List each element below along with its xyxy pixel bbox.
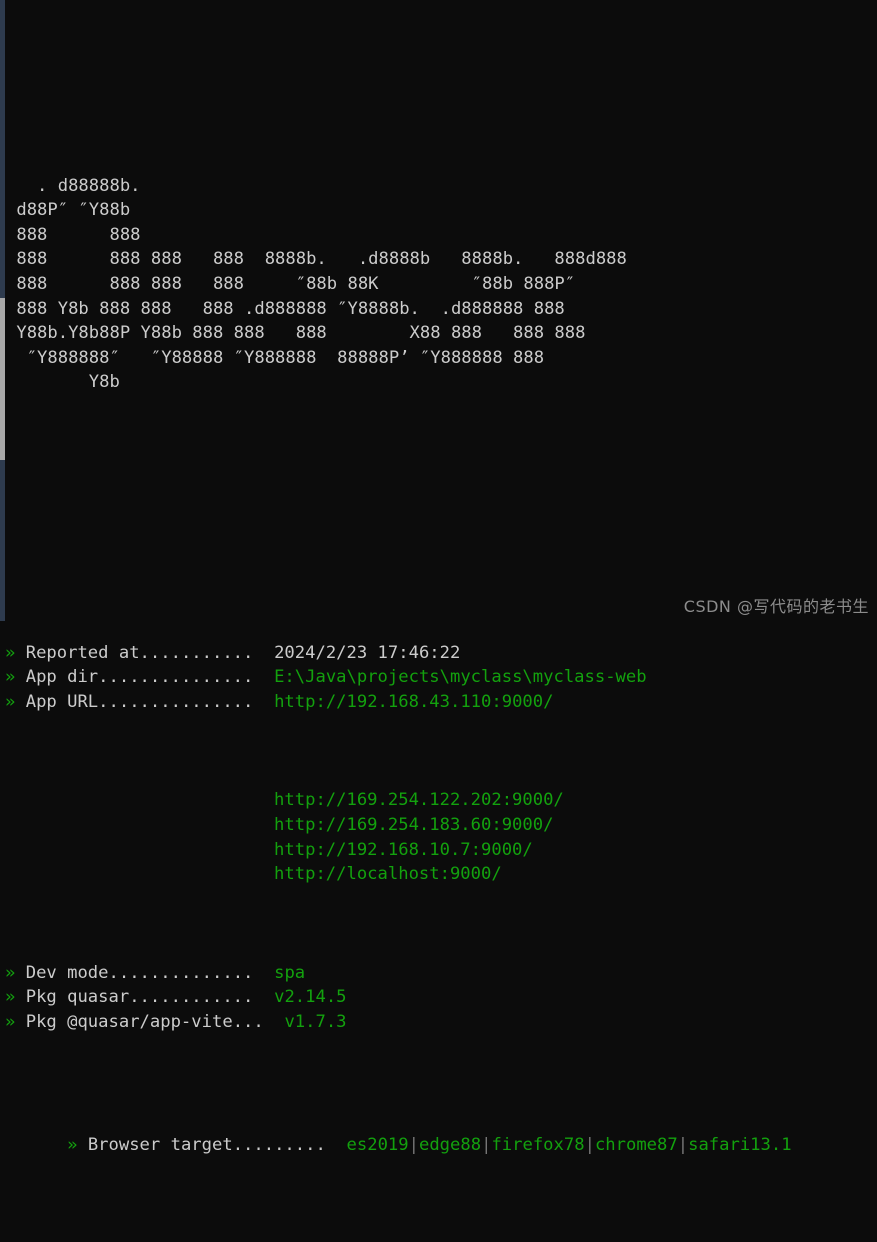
info-dots: ............... (98, 667, 254, 688)
info-label: Pkg quasar (25, 987, 130, 1008)
browser-target-item: firefox78 (491, 1134, 585, 1155)
bullet-arrow-icon: » (5, 667, 16, 688)
info-label: Pkg @quasar/app-vite (25, 1011, 233, 1032)
browser-target-item: es2019 (346, 1134, 409, 1155)
app-url-continuation: http://localhost:9000/ (5, 862, 877, 887)
bullet-arrow-icon: » (5, 1011, 16, 1032)
app-url-value[interactable]: http://169.254.122.202:9000/ (274, 790, 564, 810)
info-value: 2024/2/23 17:46:22 (274, 642, 461, 663)
bullet-arrow-icon: » (67, 1134, 78, 1155)
target-separator: | (481, 1134, 492, 1155)
info-dots: ... (232, 1011, 264, 1032)
banner-line: . d88888b. (6, 175, 141, 196)
terminal-window: . d88888b. d88P″ ″Y88b 888 888 888 888 8… (0, 0, 877, 1155)
banner-line: Y8b (6, 372, 120, 393)
banner-line: Y88b.Y8b88P Y88b 888 888 888 X88 888 888… (6, 323, 586, 344)
info-label: Dev mode (25, 962, 109, 983)
target-separator: | (584, 1134, 595, 1155)
bullet-arrow-icon: » (5, 642, 16, 663)
browser-target-item: chrome87 (594, 1134, 678, 1155)
info-block: » Reported at........... 2024/2/23 17:46… (5, 641, 877, 715)
info-row-app-dir: » App dir............... E:\Java\project… (5, 665, 877, 690)
info-dots: .............. (108, 962, 254, 983)
info-value: spa (274, 962, 306, 983)
info-label: App dir (25, 667, 99, 688)
browser-target-dots: ......... (232, 1134, 326, 1155)
app-url-continuation: http://192.168.10.7:9000/ (5, 838, 877, 863)
browser-target-values: es2019|edge88|firefox78|chrome87|safari1… (347, 1135, 792, 1155)
app-url-value[interactable]: http://169.254.183.60:9000/ (274, 815, 553, 835)
info-row-app-url: » App URL............... http://192.168.… (5, 690, 877, 715)
app-url-continuation: http://169.254.183.60:9000/ (5, 813, 877, 838)
info-row-pkg-app-vite: » Pkg @quasar/app-vite... v1.7.3 (5, 1010, 877, 1035)
info-dots: ........... (139, 642, 254, 663)
info-value: E:\Java\projects\myclass\myclass-web (274, 667, 647, 688)
app-url-list: http://169.254.122.202:9000/ http://169.… (5, 788, 877, 886)
banner-line: 888 888 (6, 224, 141, 245)
app-url-value[interactable]: http://localhost:9000/ (274, 864, 502, 884)
target-separator: | (677, 1134, 689, 1155)
csdn-watermark: CSDN @写代码的老书生 (683, 597, 869, 616)
browser-target-item: safari13.1 (688, 1134, 792, 1155)
info-label: App URL (25, 692, 99, 713)
info-value: v2.14.5 (274, 987, 347, 1008)
app-url-continuation: http://169.254.122.202:9000/ (5, 788, 877, 813)
browser-target-row: » Browser target......... es2019|edge88|… (5, 1108, 877, 1155)
info-row-dev-mode: » Dev mode.............. spa (5, 961, 877, 986)
bullet-arrow-icon: » (5, 692, 16, 713)
banner-line: 888 Y8b 888 888 888 .d888888 ″Y8888b. .d… (6, 298, 565, 319)
browser-target-label: Browser target (87, 1134, 233, 1155)
bullet-arrow-icon: » (5, 962, 16, 983)
banner-line: 888 888 888 888 8888b. .d8888b 8888b. 88… (6, 249, 627, 270)
info-block-2: » Dev mode.............. spa» Pkg quasar… (5, 961, 877, 1035)
info-label: Reported at (25, 642, 140, 663)
info-dots: ............ (129, 987, 254, 1008)
banner-line: 888 888 888 888 ″88b 88K ″88b 888P″ (6, 273, 576, 294)
info-row-reported-at: » Reported at........... 2024/2/23 17:46… (5, 641, 877, 666)
info-value[interactable]: http://192.168.43.110:9000/ (274, 692, 553, 712)
quasar-ascii-logo: . d88888b. d88P″ ″Y88b 888 888 888 888 8… (5, 174, 877, 395)
banner-line: ″Y888888″ ″Y88888 ″Y888888 88888P’ ″Y888… (6, 347, 545, 368)
bullet-arrow-icon: » (5, 987, 16, 1008)
browser-target-item: edge88 (418, 1134, 482, 1155)
info-dots: ............... (98, 692, 254, 713)
info-value: v1.7.3 (284, 1011, 347, 1032)
info-row-pkg-quasar: » Pkg quasar............ v2.14.5 (5, 985, 877, 1010)
terminal-screen: . d88888b. d88P″ ″Y88b 888 888 888 888 8… (5, 0, 877, 1155)
app-url-value[interactable]: http://192.168.10.7:9000/ (274, 840, 533, 860)
banner-line: d88P″ ″Y88b (6, 200, 131, 221)
target-separator: | (408, 1134, 419, 1155)
